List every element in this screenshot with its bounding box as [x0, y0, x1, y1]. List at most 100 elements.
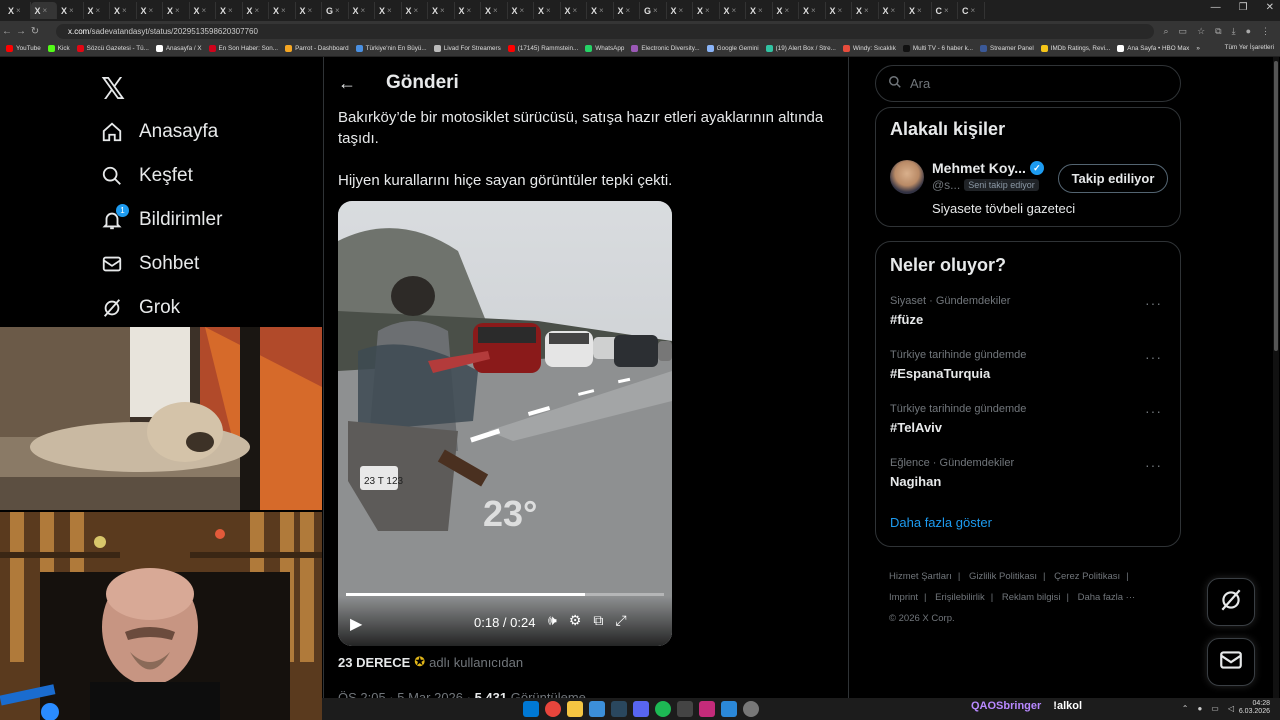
browser-tab[interactable]: X × [773, 2, 799, 19]
relevant-person[interactable]: Mehmet Koy... ✓ @s... Seni takip ediyor [890, 160, 1044, 194]
footer-link[interactable]: Reklam bilgisi [1002, 592, 1061, 603]
messages-fab-button[interactable] [1207, 638, 1255, 686]
steam-icon[interactable] [611, 701, 627, 717]
footer-link[interactable]: Erişilebilirlik [935, 592, 985, 603]
browser-tab[interactable]: X × [561, 2, 587, 19]
app-icon[interactable] [677, 701, 693, 717]
bookmark-item[interactable]: Türkiye'nin En Büyü... [355, 45, 427, 52]
tab-close-icon[interactable]: × [228, 6, 233, 15]
bookmark-item[interactable]: YouTube [6, 45, 41, 52]
tab-close-icon[interactable]: × [202, 6, 207, 15]
browser-tab[interactable]: X × [4, 2, 31, 19]
following-button[interactable]: Takip ediliyor [1058, 164, 1168, 193]
more-options-icon[interactable]: ··· [1145, 457, 1162, 473]
tab-close-icon[interactable]: × [785, 6, 790, 15]
browser-tab[interactable]: X × [163, 2, 190, 19]
app-icon[interactable] [721, 701, 737, 717]
tab-close-icon[interactable]: × [599, 6, 604, 15]
bookmark-item[interactable]: Windy: Sıcaklık [842, 45, 896, 52]
tab-close-icon[interactable]: × [758, 6, 763, 15]
browser-tab[interactable]: X × [110, 2, 137, 19]
tab-close-icon[interactable]: × [96, 6, 101, 15]
cast-icon[interactable]: ▭ [1179, 26, 1188, 37]
browser-tab[interactable]: X × [216, 2, 243, 19]
footer-link[interactable]: Hizmet Şartları [889, 571, 952, 582]
edge-icon[interactable] [589, 701, 605, 717]
tab-close-icon[interactable]: × [573, 6, 578, 15]
tab-close-icon[interactable]: × [653, 6, 658, 15]
browser-tab[interactable]: C × [932, 2, 958, 19]
chevron-up-icon[interactable]: ⌃ [1182, 704, 1189, 713]
tab-close-icon[interactable]: × [811, 6, 816, 15]
tab-close-icon[interactable]: × [971, 6, 976, 15]
tab-close-icon[interactable]: × [361, 6, 366, 15]
tab-close-icon[interactable]: × [255, 6, 260, 15]
browser-tab[interactable]: X × [428, 2, 455, 19]
browser-tab[interactable]: X × [296, 2, 322, 19]
browser-tab[interactable]: G × [640, 2, 667, 19]
tab-close-icon[interactable]: × [626, 6, 631, 15]
pip-icon[interactable]: ⧉ [593, 612, 603, 629]
browser-tab[interactable]: X × [746, 2, 773, 19]
profile-icon[interactable]: ● [1246, 26, 1251, 37]
browser-tab[interactable]: X × [57, 2, 84, 19]
fullscreen-icon[interactable]: ⤢ [615, 612, 626, 629]
bookmark-item[interactable]: Google Gemini [706, 45, 759, 52]
reload-icon[interactable]: ↻ [28, 26, 42, 37]
nav-item-explore[interactable]: Keşfet [101, 165, 193, 187]
settings-gear-icon[interactable]: ⚙ [569, 612, 582, 629]
bookmark-item[interactable]: En Son Haber: Son... [208, 45, 278, 52]
forward-nav-icon[interactable]: → [14, 26, 28, 37]
bookmark-item[interactable]: IMDb Ratings, Revi... [1040, 45, 1110, 52]
browser-tab[interactable]: X × [667, 2, 693, 19]
tab-close-icon[interactable]: × [149, 6, 154, 15]
tab-close-icon[interactable]: × [335, 6, 340, 15]
tab-close-icon[interactable]: × [122, 6, 127, 15]
play-icon[interactable]: ▶ [350, 614, 362, 634]
bookmark-item[interactable]: Ana Sayfa • HBO Max [1117, 45, 1189, 52]
browser-tab[interactable]: X × [720, 2, 746, 19]
tab-close-icon[interactable]: × [917, 6, 922, 15]
bookmark-item[interactable]: Anasayfa / X [155, 45, 202, 52]
show-more-link[interactable]: Daha fazla göster [890, 515, 992, 530]
back-nav-icon[interactable]: ← [0, 26, 14, 37]
chrome-icon[interactable] [545, 701, 561, 717]
tab-close-icon[interactable]: × [414, 6, 419, 15]
person-name[interactable]: Mehmet Koy... [932, 160, 1026, 176]
footer-link[interactable]: Gizlilik Politikası [969, 571, 1037, 582]
x-logo[interactable]: 𝕏 [101, 72, 125, 107]
bookmark-item[interactable]: Multi TV - 6 haber k... [902, 45, 973, 52]
download-icon[interactable]: ⤓ [1232, 26, 1236, 37]
scrollbar-thumb[interactable] [1274, 61, 1278, 351]
bookmark-star-icon[interactable]: ☆ [1197, 26, 1205, 37]
browser-tab[interactable]: X × [402, 2, 428, 19]
browser-tab[interactable]: X × [269, 2, 296, 19]
tab-close-icon[interactable]: × [281, 6, 286, 15]
grok-fab-button[interactable] [1207, 578, 1255, 626]
app-icon[interactable] [743, 701, 759, 717]
browser-tab[interactable]: X × [190, 2, 216, 19]
tab-close-icon[interactable]: × [308, 6, 313, 15]
bookmark-item[interactable]: Sözcü Gazetesi - Tü... [76, 45, 149, 52]
bookmark-item[interactable]: Electronic Diversity... [631, 45, 700, 52]
tab-close-icon[interactable]: × [546, 6, 551, 15]
browser-tab[interactable]: X × [349, 2, 375, 19]
browser-tab[interactable]: X × [852, 2, 879, 19]
nav-item-grok[interactable]: Grok [101, 297, 180, 319]
browser-tab[interactable]: X × [375, 2, 402, 19]
bookmark-item[interactable]: WhatsApp [585, 45, 624, 52]
browser-tab[interactable]: X × [508, 2, 534, 19]
trend-item[interactable]: Türkiye tarihinde gündemde #TelAviv ··· [890, 403, 1168, 435]
tab-close-icon[interactable]: × [944, 6, 949, 15]
system-clock[interactable]: 04:28 6.03.2026 [1239, 700, 1270, 716]
nav-item-home[interactable]: Anasayfa [101, 121, 218, 143]
footer-link[interactable]: Daha fazla ··· [1078, 592, 1136, 603]
more-options-icon[interactable]: ··· [1145, 403, 1162, 419]
app-icon[interactable] [699, 701, 715, 717]
bookmark-item[interactable]: Livad For Streamers [433, 45, 501, 52]
browser-tab[interactable]: X × [879, 2, 905, 19]
mic-icon[interactable]: ● [1197, 704, 1202, 713]
bookmark-item[interactable]: (19) Alert Box / Stre... [765, 45, 836, 52]
network-icon[interactable]: ▭ [1211, 704, 1219, 713]
footer-link[interactable]: Imprint [889, 592, 918, 603]
